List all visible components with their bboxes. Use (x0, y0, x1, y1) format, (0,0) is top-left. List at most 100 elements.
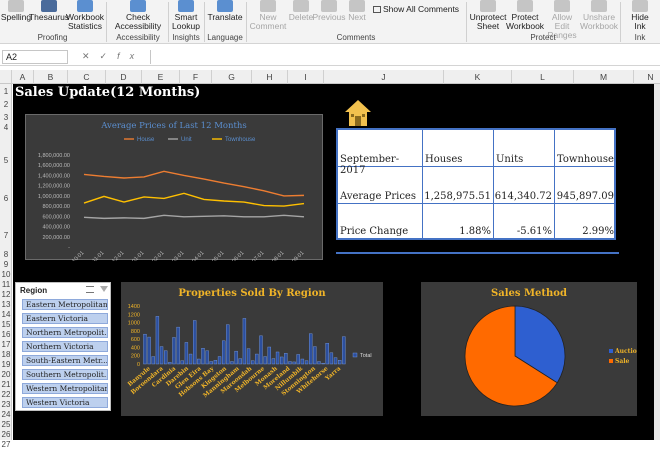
bar (226, 324, 230, 365)
unprotect-sheet-button[interactable]: Unprotect Sheet (470, 0, 506, 31)
pie-chart-sales-method[interactable]: Sales Method AuctionSale (421, 282, 637, 416)
ink-icon (632, 0, 648, 12)
bar (271, 358, 276, 365)
table-header-townhouse[interactable]: Townhouse (555, 130, 616, 167)
column-header[interactable]: A (12, 70, 34, 84)
row-header[interactable]: 14 (0, 310, 12, 319)
new-comment-button[interactable]: New Comment (250, 0, 286, 31)
column-header[interactable]: L (512, 70, 574, 84)
legend-label: Sale (615, 358, 630, 365)
column-header[interactable]: H (252, 70, 288, 84)
slicer-item[interactable]: Western Victoria (22, 397, 108, 408)
row-header[interactable]: 3 (0, 113, 12, 122)
select-all-corner[interactable] (0, 70, 12, 84)
column-header[interactable]: C (68, 70, 106, 84)
cancel-icon[interactable]: ✕ (82, 51, 100, 61)
table-cell-houses-change[interactable]: 1.88% (423, 204, 494, 238)
table-cell-units-average[interactable]: 614,340.72 (494, 167, 555, 204)
slicer-item[interactable]: Western Metropolitan (22, 383, 108, 394)
previous-comment-button[interactable]: Previous (312, 0, 346, 22)
row-header[interactable]: 17 (0, 340, 12, 349)
row-header[interactable]: 13 (0, 300, 12, 309)
show-all-comments-button[interactable]: Show All Comments (373, 4, 459, 14)
delete-comment-button[interactable]: Delete (288, 0, 314, 22)
table-cell-townhouse-change[interactable]: 2.99% (555, 204, 616, 238)
column-header[interactable]: D (106, 70, 142, 84)
row-header[interactable]: 6 (0, 194, 12, 203)
vertical-scrollbar[interactable] (654, 84, 660, 440)
row-header[interactable]: 15 (0, 320, 12, 329)
ribbon: Spelling Thesaurus Workbook Statistics P… (0, 0, 660, 44)
name-box[interactable]: A2 (2, 50, 68, 64)
spelling-button[interactable]: Spelling (1, 0, 31, 22)
line-chart-average-prices[interactable]: Average Prices of Last 12 Months -200,00… (25, 114, 323, 261)
comment-icon (260, 0, 276, 12)
table-header-houses[interactable]: Houses (423, 130, 494, 167)
worksheet[interactable]: Sales Update(12 Months) Average Prices o… (13, 84, 654, 440)
slicer-item[interactable]: South-Eastern Metr... (22, 355, 108, 366)
column-header[interactable]: K (444, 70, 512, 84)
row-header[interactable]: 19 (0, 360, 12, 369)
formula-input[interactable] (150, 50, 658, 64)
table-cell-houses-average[interactable]: 1,258,975.51 (423, 167, 494, 204)
row-header[interactable]: 22 (0, 390, 12, 399)
column-header[interactable]: B (34, 70, 68, 84)
slicer-item[interactable]: Eastern Metropolitan (22, 299, 108, 310)
unshare-workbook-button[interactable]: Unshare Workbook (580, 0, 618, 31)
thesaurus-button[interactable]: Thesaurus (29, 0, 69, 22)
column-header[interactable]: J (324, 70, 444, 84)
check-accessibility-button[interactable]: Check Accessibility (110, 0, 166, 31)
row-header[interactable]: 5 (0, 156, 12, 165)
translate-button[interactable]: Translate (207, 0, 243, 22)
bar (155, 316, 160, 365)
y-tick-label: 1,800,000.00 (38, 153, 70, 159)
row-header[interactable]: 21 (0, 380, 12, 389)
enter-icon[interactable]: ✓ (100, 51, 118, 61)
row-header[interactable]: 24 (0, 410, 12, 419)
row-header[interactable]: 9 (0, 260, 12, 269)
table-row-label-average[interactable]: Average Prices (338, 167, 423, 204)
table-header-units[interactable]: Units (494, 130, 555, 167)
column-header[interactable]: F (180, 70, 212, 84)
column-header[interactable]: G (212, 70, 252, 84)
column-header[interactable]: I (288, 70, 324, 84)
bar-chart-properties-sold[interactable]: Properties Sold By Region 0 200 400 600 800 1… (121, 282, 383, 416)
slicer-item[interactable]: Eastern Victoria (22, 313, 108, 324)
row-header[interactable]: 11 (0, 280, 12, 289)
table-cell-townhouse-average[interactable]: 945,897.09 (555, 167, 616, 204)
function-icon[interactable]: fx (117, 51, 144, 61)
comments-icon (373, 5, 381, 13)
group-ink: Ink (634, 33, 646, 42)
row-header[interactable]: 26 (0, 430, 12, 439)
row-header[interactable]: 20 (0, 370, 12, 379)
workbook-statistics-button[interactable]: Workbook Statistics (66, 0, 104, 31)
table-row-label-change[interactable]: Price Change (338, 204, 423, 238)
table-cell-units-change[interactable]: -5.61% (494, 204, 555, 238)
table-header-period[interactable]: September-2017 (338, 130, 423, 176)
column-header[interactable]: E (142, 70, 180, 84)
column-header[interactable]: N (634, 70, 660, 84)
slicer-item[interactable]: Northern Metropolit... (22, 327, 108, 338)
row-header[interactable]: 16 (0, 330, 12, 339)
slicer-item[interactable]: Southern Metropolit... (22, 369, 108, 380)
row-header[interactable]: 23 (0, 400, 12, 409)
hide-ink-button[interactable]: Hide Ink (626, 0, 654, 31)
multi-select-icon[interactable] (86, 286, 94, 293)
smart-lookup-button[interactable]: Smart Lookup (172, 0, 200, 31)
row-header[interactable]: 18 (0, 350, 12, 359)
region-slicer[interactable]: Region Eastern Metropolitan Eastern Vict… (15, 282, 111, 411)
row-header[interactable]: 10 (0, 270, 12, 279)
next-comment-button[interactable]: Next (345, 0, 369, 22)
protect-workbook-button[interactable]: Protect Workbook (506, 0, 544, 31)
clear-filter-icon[interactable] (100, 286, 108, 292)
row-header[interactable]: 8 (0, 250, 12, 259)
column-header[interactable]: M (574, 70, 634, 84)
row-header[interactable]: 2 (0, 100, 12, 109)
row-header[interactable]: 4 (0, 123, 12, 132)
slicer-item[interactable]: Northern Victoria (22, 341, 108, 352)
row-header[interactable]: 7 (0, 231, 12, 240)
row-header[interactable]: 1 (0, 87, 12, 96)
row-header[interactable]: 25 (0, 420, 12, 429)
row-header[interactable]: 12 (0, 290, 12, 299)
row-header[interactable]: 27 (0, 440, 12, 449)
